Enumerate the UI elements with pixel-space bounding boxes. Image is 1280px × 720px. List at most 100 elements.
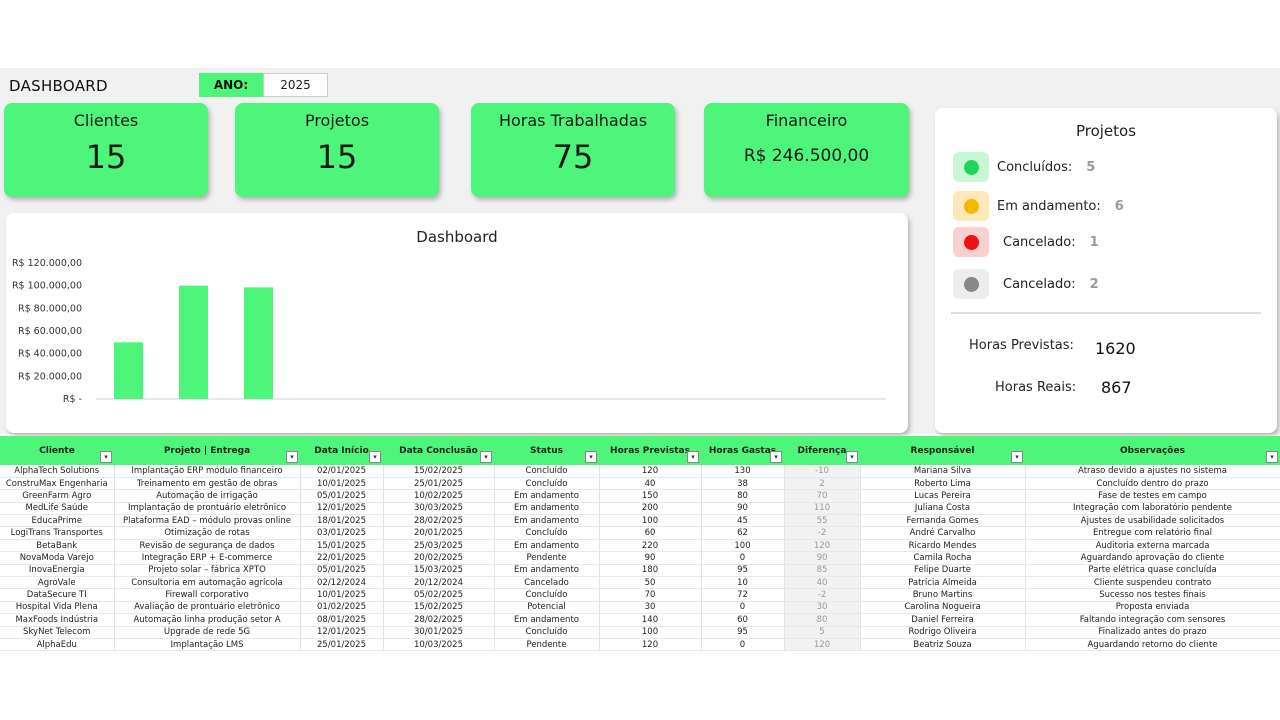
table-cell: Integração com laboratório pendente [1025,502,1280,516]
filter-dropdown-icon[interactable]: ▾ [687,451,699,463]
chart-bar[interactable] [114,342,143,399]
column-header: Observações ▾ [1025,436,1280,465]
table-cell: 28/02/2025 [383,613,495,627]
table-cell: Mariana Silva [860,465,1026,478]
table-cell: Rodrigo Oliveira [860,626,1026,639]
status-chip [953,152,989,182]
status-chip [953,191,989,221]
filter-dropdown-icon[interactable]: ▾ [369,451,381,463]
table-cell: Concluído [494,465,600,478]
page-title: DASHBOARD [9,77,108,95]
table-cell: Camila Rocha [860,551,1026,565]
table-cell: 90 [701,502,785,516]
table-cell: Implantação de prontuário eletrônico [114,502,301,516]
filter-dropdown-icon[interactable]: ▾ [585,451,597,463]
chart-bar[interactable] [244,287,273,399]
table-cell: 10/03/2025 [383,638,495,652]
filter-dropdown-icon[interactable]: ▾ [846,451,858,463]
table-cell: 150 [599,489,702,503]
table-row: DataSecure TI Firewall corporativo 10/01/2… [0,588,1280,602]
chart-bar[interactable] [179,285,208,399]
status-chip [953,227,989,257]
table-cell: Potencial [494,601,600,615]
table-cell: Parte elétrica quase concluída [1025,564,1280,578]
table-cell: AlphaTech Solutions [0,465,115,478]
projects-status-card: Projetos Concluídos: 5 Em andamento: 6 C… [935,108,1277,433]
table-cell: Fase de testes em campo [1025,489,1280,503]
stat-label: Em andamento: [997,198,1101,214]
table-cell: 95 [701,564,785,578]
column-header-label: Cliente [39,445,75,456]
table-cell: 02/12/2024 [300,576,384,590]
table-cell: 25/03/2025 [383,539,495,553]
filter-dropdown-icon[interactable]: ▾ [480,451,492,463]
table-cell: Sucesso nos testes finais [1025,588,1280,602]
table-cell: 40 [784,576,861,590]
table-cell: MedLife Saúde [0,502,115,516]
table-row: SkyNet Telecom Upgrade de rede 5G 12/01/20… [0,626,1280,639]
table-cell: 38 [701,477,785,491]
table-cell: Entregue com relatório final [1025,526,1280,540]
side-title: Projetos [1075,122,1137,140]
filter-dropdown-icon[interactable]: ▾ [1011,451,1023,463]
table-row: ConstruMax Engenharia Treinamento em gest… [0,477,1280,491]
filter-dropdown-icon[interactable]: ▾ [100,451,112,463]
table-cell: Hospital Vida Plena [0,601,115,615]
kpi-label: Clientes [73,111,139,130]
red-dot-icon [963,234,979,250]
table-cell: 220 [599,539,702,553]
table-cell: Automação de irrigação [114,489,301,503]
table-cell: 60 [701,613,785,627]
table-cell: Treinamento em gestão de obras [114,477,301,491]
table-cell: Daniel Ferreira [860,613,1026,627]
table-cell: Cancelado [494,576,600,590]
table-cell: InovaEnergia [0,564,115,578]
stat-label: Cancelado: [1003,276,1076,292]
table-cell: Faltando integração com sensores [1025,613,1280,627]
filter-dropdown-icon[interactable]: ▾ [770,451,782,463]
table-cell: Aguardando retorno do cliente [1025,638,1280,652]
table-cell: Carolina Nogueira [860,601,1026,615]
table-row: AlphaEdu Implantação LMS 25/01/2025 10/03/2… [0,638,1280,652]
table-cell: BetaBank [0,539,115,553]
table-cell: 10/01/2025 [300,477,384,491]
year-label: ANO: [199,73,263,97]
filter-dropdown-icon[interactable]: ▾ [286,451,298,463]
table-cell: -2 [784,526,861,540]
table-row: BetaBank Revisão de segurança de dados 15/… [0,539,1280,553]
table-cell: 200 [599,502,702,516]
table-cell: 30/01/2025 [383,626,495,639]
table-cell: 100 [701,539,785,553]
table-cell: SkyNet Telecom [0,626,115,639]
table-cell: DataSecure TI [0,588,115,602]
table-cell: 100 [599,514,702,528]
table-cell: Fernanda Gomes [860,514,1026,528]
year-select[interactable]: 2025 [263,73,328,97]
table-cell: 22/01/2025 [300,551,384,565]
table-cell: Em andamento [494,489,600,503]
horas-reais-label: Horas Reais: [995,380,1077,395]
table-cell: 5 [784,626,861,639]
table-cell: 50 [599,576,702,590]
table-cell: Felipe Duarte [860,564,1026,578]
table-cell: 25/01/2025 [383,477,495,491]
table-cell: NovaModa Varejo [0,551,115,565]
y-tick-label: R$ 40.000,00 [18,349,82,360]
table-cell: Pendente [494,638,600,652]
table-cell: 0 [701,638,785,652]
stat-cancelado-2: Cancelado: 2 [953,268,1099,300]
table-cell: 72 [701,588,785,602]
table-cell: 30/03/2025 [383,502,495,516]
table-cell: Bruno Martins [860,588,1026,602]
table-cell: Automação linha produção setor A [114,613,301,627]
filter-dropdown-icon[interactable]: ▾ [1266,451,1278,463]
table-cell: -2 [784,588,861,602]
table-cell: Em andamento [494,514,600,528]
table-cell: 120 [784,539,861,553]
table-cell: Auditoria externa marcada [1025,539,1280,553]
table-cell: Plataforma EAD – módulo provas online [114,514,301,528]
table-cell: Implantação LMS [114,638,301,652]
table-cell: Concluído [494,588,600,602]
table-cell: GreenFarm Agro [0,489,115,503]
table-row: Hospital Vida Plena Avaliação de prontuár… [0,601,1280,615]
